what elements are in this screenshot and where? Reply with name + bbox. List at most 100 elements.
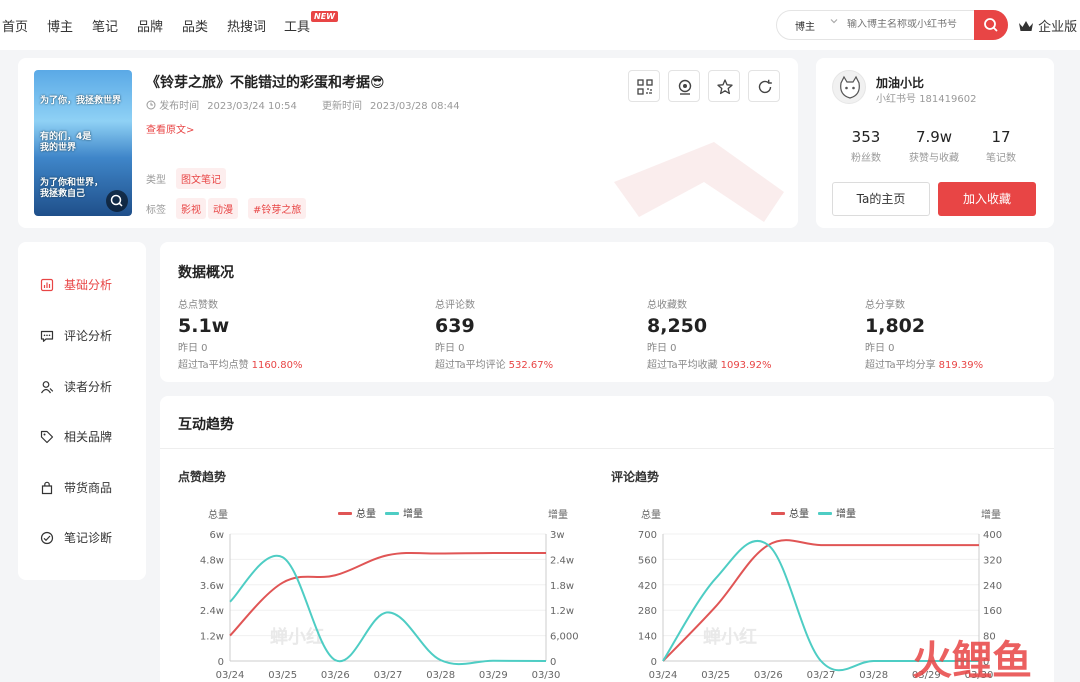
camera-icon	[678, 79, 692, 95]
sidebar-item-reader-analysis[interactable]: 读者分析	[40, 376, 112, 398]
star-icon	[717, 79, 733, 95]
y-tick-right: 2.4w	[550, 555, 574, 566]
metric-label: 总分享数	[865, 300, 905, 311]
analysis-sidebar: 基础分析 评论分析 读者分析 相关品牌 带货商品 笔记诊断	[18, 242, 146, 580]
series-line	[229, 551, 547, 637]
y-tick-right: 0	[550, 657, 556, 668]
zoom-icon[interactable]	[106, 190, 128, 212]
likes-trend-chart: 0 0 1.2w 6,000 2.4w 1.2w 3.6w 1.8w 4.8w 2.4w 6w 3w 总…	[200, 507, 579, 681]
new-badge: NEW	[311, 11, 338, 22]
monitor-button[interactable]	[668, 70, 700, 102]
qrcode-icon	[637, 79, 653, 95]
cover-text-1: 为了你，我拯救世界	[40, 96, 122, 106]
sidebar-item-basic-analysis[interactable]: 基础分析	[40, 274, 112, 296]
sidebar-item-label: 带货商品	[64, 481, 113, 495]
sidebar-item-label: 相关品牌	[64, 430, 113, 444]
nav-notes[interactable]: 笔记	[92, 16, 118, 35]
x-tick-label: 03/25	[268, 670, 297, 681]
tag-icon	[40, 430, 54, 444]
chevron-down-icon[interactable]	[829, 16, 839, 29]
legend-swatch	[338, 512, 352, 515]
y-tick-left: 1.2w	[200, 632, 224, 643]
tag-chip[interactable]: 动漫	[208, 198, 238, 219]
legend-swatch	[818, 512, 832, 515]
metric-comments: 总评论数 639 昨日 0 超过Ta平均评论 532.67%	[435, 296, 553, 371]
comments-trend-title: 评论趋势	[611, 470, 660, 484]
metric-shares: 总分享数 1,802 昨日 0 超过Ta平均分享 819.39%	[865, 296, 983, 371]
y-tick-left: 3.6w	[200, 581, 224, 592]
compare-pct: 1093.92%	[720, 360, 772, 371]
legend-label: 总量	[356, 507, 376, 520]
compare-pct: 1160.80%	[251, 360, 303, 371]
nav-hot-words[interactable]: 热搜词	[227, 16, 266, 35]
nav-home[interactable]: 首页	[2, 16, 28, 35]
nav-brands[interactable]: 品牌	[137, 16, 163, 35]
legend-label: 总量	[789, 507, 809, 520]
avatar[interactable]	[832, 70, 866, 104]
favorite-button[interactable]	[708, 70, 740, 102]
divider	[160, 448, 1054, 449]
note-cover-image[interactable]: 为了你，我拯救世界 有的们，4是我的世界 为了你和世界，我拯救自己	[34, 70, 132, 216]
add-favorite-button[interactable]: 加入收藏	[938, 182, 1036, 216]
publish-value: 2023/03/24 10:54	[207, 101, 297, 112]
y-tick-right: 320	[983, 555, 1002, 566]
compare-text: 超过Ta平均分享	[865, 360, 936, 371]
enterprise-label: 企业版	[1038, 20, 1078, 35]
overview-title: 数据概况	[178, 265, 234, 281]
tag-chip[interactable]: #铃芽之旅	[248, 198, 307, 219]
y-axis-label-right: 增量	[981, 508, 1001, 521]
y-tick-left: 0	[651, 657, 657, 668]
search-button[interactable]	[974, 10, 1008, 40]
update-time: 更新时间 2023/03/28 08:44	[322, 97, 460, 112]
enterprise-link[interactable]: 企业版	[1018, 16, 1077, 35]
y-tick-left: 2.4w	[200, 606, 224, 617]
blogger-id-value: 181419602	[919, 94, 977, 105]
metric-yesterday: 昨日 0	[435, 343, 465, 354]
search-input[interactable]	[847, 19, 971, 30]
qrcode-button[interactable]	[628, 70, 660, 102]
search-bar: 博主	[776, 10, 1008, 40]
bar-chart-icon	[40, 278, 54, 292]
stat-label: 粉丝数	[851, 153, 881, 164]
x-tick-label: 03/25	[701, 670, 730, 681]
sidebar-item-products[interactable]: 带货商品	[40, 477, 112, 499]
x-tick-label: 03/28	[859, 670, 888, 681]
y-tick-left: 6w	[209, 530, 224, 541]
blogger-card: 加油小比 小红书号 181419602 353 粉丝数 7.9w 获赞与收藏 17 笔…	[816, 58, 1054, 228]
update-value: 2023/03/28 08:44	[370, 101, 460, 112]
x-tick-label: 03/27	[374, 670, 403, 681]
nav-categories[interactable]: 品类	[182, 16, 208, 35]
compare-text: 超过Ta平均收藏	[647, 360, 718, 371]
search-type-select[interactable]: 博主	[795, 18, 815, 33]
x-tick-label: 03/24	[649, 670, 678, 681]
sidebar-item-label: 笔记诊断	[64, 531, 113, 545]
sidebar-item-note-diagnosis[interactable]: 笔记诊断	[40, 527, 112, 549]
y-tick-left: 700	[638, 530, 657, 541]
y-axis-label-left: 总量	[208, 508, 228, 521]
stat-likes-favs: 7.9w 获赞与收藏	[899, 128, 969, 164]
avatar-cat-icon	[840, 75, 860, 99]
sidebar-item-related-brands[interactable]: 相关品牌	[40, 426, 112, 448]
compare-pct: 819.39%	[938, 360, 984, 371]
likes-trend-title: 点赞趋势	[178, 470, 227, 484]
y-tick-right: 400	[983, 530, 1002, 541]
y-axis-label-right: 增量	[548, 508, 568, 521]
refresh-icon	[758, 79, 772, 94]
blogger-home-button[interactable]: Ta的主页	[832, 182, 930, 216]
refresh-button[interactable]	[748, 70, 780, 102]
y-tick-right: 1.8w	[550, 581, 574, 592]
clock-icon	[146, 100, 156, 110]
nav-tools[interactable]: 工具	[284, 16, 310, 35]
blogger-name[interactable]: 加油小比	[876, 74, 924, 91]
x-tick-label: 03/26	[321, 670, 350, 681]
bag-icon	[41, 481, 53, 495]
metric-compare: 超过Ta平均收藏 1093.92%	[647, 356, 771, 371]
legend-label: 增量	[836, 507, 856, 520]
tag-chip[interactable]: 影视	[176, 198, 206, 219]
view-original-link[interactable]: 查看原文>	[146, 121, 194, 136]
sidebar-item-label: 基础分析	[64, 278, 113, 292]
stat-value: 17	[991, 128, 1011, 146]
sidebar-item-comment-analysis[interactable]: 评论分析	[40, 325, 112, 347]
nav-bloggers[interactable]: 博主	[47, 16, 73, 35]
cover-text-3: 为了你和世界，我拯救自己	[40, 178, 104, 199]
